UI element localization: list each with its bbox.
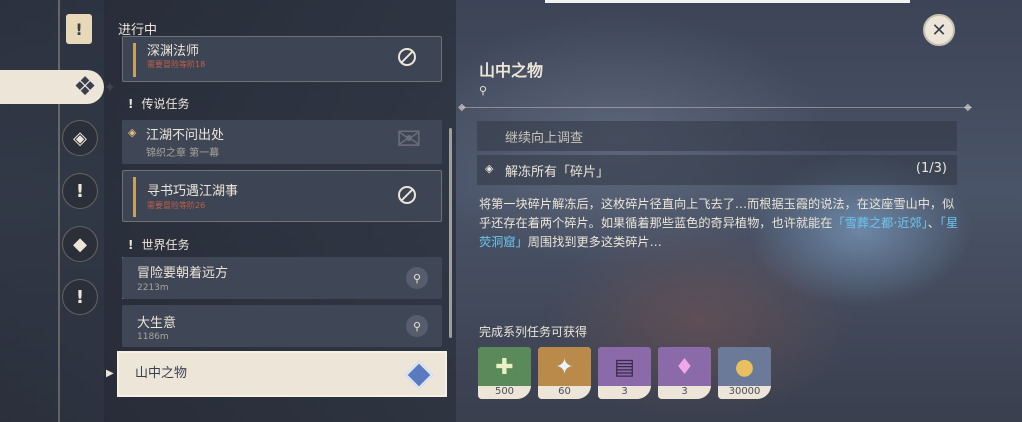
quest-card-world-2[interactable]: 大生意 1186m ⚲: [122, 305, 442, 347]
quest-book-icon[interactable]: !: [66, 14, 92, 44]
world-quest-icon[interactable]: !: [62, 279, 98, 315]
archon-quest-icon[interactable]: ◈: [62, 120, 98, 156]
adventure-exp-icon: ✚: [478, 347, 531, 387]
desc-location-link: 「雪葬之都·近郊」: [832, 216, 928, 230]
section-world: ! 世界任务: [128, 236, 190, 253]
top-strip: [545, 0, 910, 3]
section-legendary: ! 传说任务: [128, 95, 190, 112]
desc-text: 、: [927, 216, 940, 230]
navigate-pin-icon[interactable]: ⚲: [406, 267, 428, 289]
reward-qty: 3: [598, 386, 651, 399]
primogem-icon: ✦: [538, 347, 591, 387]
category-rail: [0, 0, 104, 422]
desc-text: 周围找到更多这类碎片…: [527, 235, 662, 249]
quest-card-selected[interactable]: 山中之物: [117, 351, 447, 397]
objective-count: (1/3): [915, 161, 947, 176]
reward-crystal[interactable]: ♦ 3: [658, 347, 711, 399]
quest-marker: [133, 177, 136, 217]
navigate-pin-icon[interactable]: ⚲: [406, 315, 428, 337]
section-label: 世界任务: [141, 238, 190, 252]
quest-chapter: 锦织之章 第一幕: [146, 148, 220, 159]
location-pin-icon: ⚲: [479, 84, 488, 97]
quest-requirement: 需要冒险等阶18: [147, 60, 206, 69]
exclaim-icon: !: [128, 97, 134, 111]
story-quest-icon[interactable]: !: [62, 173, 98, 209]
crystal-icon: ♦: [658, 347, 711, 387]
quest-distance: 2213m: [137, 283, 169, 293]
reward-label: 完成系列任务可获得: [479, 325, 588, 339]
reward-adventure-exp[interactable]: ✚ 500: [478, 347, 531, 399]
list-scrollbar[interactable]: [449, 128, 452, 338]
quest-title: 山中之物: [135, 366, 188, 381]
all-quests-icon[interactable]: ❖: [64, 66, 106, 108]
quest-description: 将第一块碎片解冻后，这枚碎片径直向上飞去了…而根据玉霞的说法，在这座雪山中，似乎…: [479, 195, 959, 252]
reward-mora[interactable]: ● 30000: [718, 347, 771, 399]
quest-requirement: 需要冒险等阶26: [147, 201, 206, 210]
book-icon: ▤: [598, 347, 651, 387]
quest-distance: 1186m: [137, 332, 169, 342]
quest-marker: [133, 43, 136, 77]
quest-card-world-1[interactable]: 冒险要朝着远方 2213m ⚲: [122, 257, 442, 299]
legend-quest-icon[interactable]: ◆: [62, 226, 98, 262]
scroll-emblem-icon: ✉: [396, 122, 422, 157]
legend-diamond-icon: ◈: [128, 126, 137, 139]
objective-previous: 继续向上调查: [477, 121, 957, 151]
quest-title: 寻书巧遇江湖事: [147, 184, 239, 199]
detail-divider: [462, 107, 972, 108]
track-diamond-icon[interactable]: [404, 360, 434, 390]
quest-card-sub[interactable]: 寻书巧遇江湖事 需要冒险等阶26: [122, 170, 442, 222]
reward-primogem[interactable]: ✦ 60: [538, 347, 591, 399]
reward-qty: 60: [538, 386, 591, 399]
objective-text: 解冻所有「碎片」: [505, 165, 610, 180]
quest-card-legendary[interactable]: ◈ 江湖不问出处 锦织之章 第一幕 ✉: [122, 120, 442, 164]
quest-card-top[interactable]: 深渊法师 需要冒险等阶18: [122, 36, 442, 82]
reward-qty: 30000: [718, 386, 771, 399]
reward-qty: 3: [658, 386, 711, 399]
quest-title: 冒险要朝着远方: [137, 266, 229, 281]
mora-coin-icon: ●: [718, 347, 771, 387]
quest-title: 江湖不问出处: [146, 128, 225, 143]
objective-text: 继续向上调查: [505, 131, 584, 146]
quest-title: 深渊法师: [147, 44, 200, 59]
rail-line: [58, 0, 60, 422]
objective-diamond-icon: ◈: [485, 162, 494, 175]
detail-title: 山中之物: [479, 61, 544, 80]
reward-talent-book[interactable]: ▤ 3: [598, 347, 651, 399]
close-icon: ✕: [931, 19, 947, 41]
section-label: 传说任务: [141, 97, 190, 111]
divider-ornament: ◆: [964, 102, 972, 113]
selected-arrow-icon: ▶: [106, 368, 114, 379]
quest-title: 大生意: [137, 316, 177, 331]
exclaim-icon: !: [128, 238, 134, 252]
close-button[interactable]: ✕: [923, 14, 955, 46]
reward-qty: 500: [478, 386, 531, 399]
locked-icon: [398, 48, 416, 66]
objective-current: ◈ 解冻所有「碎片」 (1/3): [477, 155, 957, 185]
locked-icon: [398, 186, 416, 204]
